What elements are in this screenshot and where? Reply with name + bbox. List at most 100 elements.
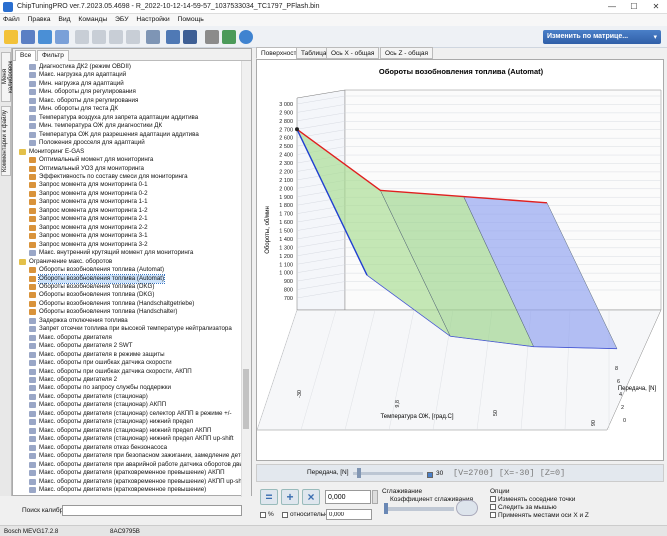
relative-input[interactable] (326, 509, 372, 520)
tree-item[interactable]: Макс. обороты двигателя 2 SWT (13, 342, 241, 350)
tree-item[interactable]: Макс. обороты при ошибках датчика скорос… (13, 359, 241, 367)
delete-icon[interactable] (126, 30, 140, 44)
menu-commands[interactable]: Команды (75, 14, 110, 25)
tree-item[interactable]: Макс. обороты двигателя при безопасном з… (13, 452, 241, 460)
minimize-button[interactable]: — (601, 0, 623, 14)
tab-file-comments[interactable]: Комментарии к файлу (1, 106, 11, 176)
gear-slider[interactable] (353, 472, 423, 475)
tree-item[interactable]: Оптимальный УОЗ для мониторинга (13, 165, 241, 173)
tab-filter[interactable]: Фильтр (37, 50, 69, 61)
menu-view[interactable]: Вид (55, 14, 73, 25)
tree-item[interactable]: Запрос момента для мониторинга 2-2 (13, 224, 241, 232)
tree-item[interactable]: Диагностика ДК2 (режим OBDII) (13, 63, 241, 71)
tree-item[interactable]: Макс. обороты двигателя при аварийной ра… (13, 461, 241, 469)
menu-edit[interactable]: Правка (25, 14, 54, 25)
tab-axis-z[interactable]: Ось Z - общая (380, 47, 434, 59)
tree-item[interactable]: Макс. нагрузка для адаптаций (13, 71, 241, 79)
smooth-apply-icon[interactable] (456, 500, 478, 516)
open-folder-icon[interactable] (4, 30, 18, 44)
tree-item[interactable]: Мониторинг E-GAS (13, 148, 241, 156)
tree-item[interactable]: Мин. температура ОЖ для диагностики ДК (13, 122, 241, 130)
tree-item[interactable]: Запрос момента для мониторинга 0-2 (13, 190, 241, 198)
tree-item[interactable]: Макс. обороты двигателя 2 (13, 376, 241, 384)
navigate-icon[interactable] (166, 30, 180, 44)
tree-item[interactable]: Макс. обороты двигателя (стационар) нижн… (13, 435, 241, 443)
option-follow-mouse-checkbox[interactable] (490, 504, 496, 511)
tab-axis-x[interactable]: Ось X - общая (326, 47, 380, 59)
tree-item[interactable]: Макс. обороты двигателя в режиме защиты (13, 351, 241, 359)
gear-slider-handle[interactable] (357, 468, 361, 478)
smoothing-slider[interactable] (384, 507, 454, 511)
relative-checkbox[interactable] (282, 512, 288, 518)
menu-settings[interactable]: Настройки (133, 14, 172, 25)
tree-item[interactable]: Положения дросселя для адаптаций (13, 139, 241, 147)
tree-item[interactable]: Макс. обороты двигателя (стационар) (13, 393, 241, 401)
tree-item[interactable]: Макс. обороты для регулирования (13, 97, 241, 105)
percent-checkbox[interactable] (260, 512, 266, 518)
close-button[interactable]: ✕ (645, 0, 667, 14)
save-as-icon[interactable] (38, 30, 52, 44)
option-neighbors-checkbox[interactable] (490, 496, 496, 503)
tree-item[interactable]: Обороты возобновления топлива (DKG) (13, 283, 241, 291)
tree-item[interactable]: Макс. обороты двигателя (кратковременное… (13, 486, 241, 494)
tree-item[interactable]: Макс. обороты при ошибках датчика скорос… (13, 368, 241, 376)
connect-icon[interactable] (222, 30, 236, 44)
tree-item[interactable]: Макс. обороты по запросу службы поддержк… (13, 384, 241, 392)
option-follow-mouse[interactable]: Следить за мышью (490, 504, 557, 511)
tree-item[interactable]: Запрос момента для мониторинга 1-1 (13, 198, 241, 206)
help-icon[interactable] (239, 30, 253, 44)
tree-item[interactable]: Мин. нагрузка для адаптаций (13, 80, 241, 88)
smoothing-handle[interactable] (384, 503, 388, 514)
tree-item[interactable]: Запрос момента для мониторинга 2-1 (13, 215, 241, 223)
tree-item[interactable]: Запрет отсечки топлива при высокой темпе… (13, 325, 241, 333)
tree-item[interactable]: Макс. обороты двигателя (13, 334, 241, 342)
tree-item[interactable]: Макс. обороты двигателя (кратковременное… (13, 478, 241, 486)
tree-scrollbar-thumb[interactable] (243, 369, 249, 429)
compare-icon[interactable] (183, 30, 197, 44)
search-input[interactable] (62, 505, 242, 516)
tree-item[interactable]: Макс. внутренний крутящий момент для мон… (13, 249, 241, 257)
value-spinner[interactable] (372, 490, 378, 504)
tree-item[interactable]: Ограничение макс. оборотов (13, 258, 241, 266)
tree-item[interactable]: Обороты возобновления топлива (Automat) (13, 273, 241, 284)
tree-item[interactable]: Запрос момента для мониторинга 1-2 (13, 207, 241, 215)
multiply-button[interactable]: × (302, 489, 320, 505)
tree-item[interactable]: Макс. обороты двигателя (стационар) АКПП (13, 401, 241, 409)
menu-file[interactable]: Файл (0, 14, 23, 25)
gear-checkbox[interactable] (427, 472, 433, 478)
tools-icon[interactable] (205, 30, 219, 44)
plus-button[interactable]: + (281, 489, 299, 505)
surface-chart[interactable]: Обороты возобновления топлива (Automat) … (256, 60, 665, 462)
tree-item[interactable]: Обороты возобновления топлива (Handschal… (13, 300, 241, 308)
tree-item[interactable]: Обороты возобновления топлива (DKG) (13, 291, 241, 299)
surface-plot-area[interactable]: Обороты возобновления топлива (Automat) … (256, 59, 664, 461)
tree-item[interactable]: Макс. обороты двигателя (кратковременное… (13, 469, 241, 477)
tree-item[interactable]: Запрос момента для мониторинга 0-1 (13, 181, 241, 189)
option-swap-axes-checkbox[interactable] (490, 512, 496, 519)
option-neighbors[interactable]: Изменять соседние точки (490, 496, 575, 503)
tree-item[interactable]: Запрос момента для мониторинга 3-1 (13, 232, 241, 240)
tree-item[interactable]: Макс. обороты двигателя отказ бензонасос… (13, 444, 241, 452)
tree-item[interactable]: Запрос момента для мониторинга 3-2 (13, 241, 241, 249)
tree-item[interactable]: Эффективность по составу смеси для монит… (13, 173, 241, 181)
tree-item[interactable]: Макс. обороты двигателя (стационар) нижн… (13, 418, 241, 426)
tree-item[interactable]: Температура воздуха для запрета адаптаци… (13, 114, 241, 122)
menu-help[interactable]: Помощь (175, 14, 207, 25)
tab-all[interactable]: Все (15, 50, 37, 61)
tree-item[interactable]: Оптимальный момент для мониторинга (13, 156, 241, 164)
checksum-icon[interactable] (146, 30, 160, 44)
tree-item[interactable]: Обороты возобновления топлива (Handschal… (13, 308, 241, 316)
tree-item[interactable]: Температура ОЖ для разрешения адаптации … (13, 131, 241, 139)
value-input[interactable] (325, 490, 371, 504)
tree-item[interactable]: Макс. обороты двигателя (стационар) селе… (13, 410, 241, 418)
tree-scrollbar[interactable] (241, 61, 251, 497)
tab-calibrations[interactable]: Меня калибровок (1, 52, 14, 102)
cut-icon[interactable] (109, 30, 123, 44)
paste-icon[interactable] (92, 30, 106, 44)
tree-item[interactable]: Обороты возобновления топлива (Automat) (13, 266, 241, 274)
save-icon[interactable] (21, 30, 35, 44)
tree-item[interactable]: Мин. обороты для регулирования (13, 88, 241, 96)
equals-button[interactable]: = (260, 489, 278, 505)
menu-ecu[interactable]: ЭБУ (112, 14, 132, 25)
tree-item[interactable]: Задержка отключения топлива (13, 317, 241, 325)
